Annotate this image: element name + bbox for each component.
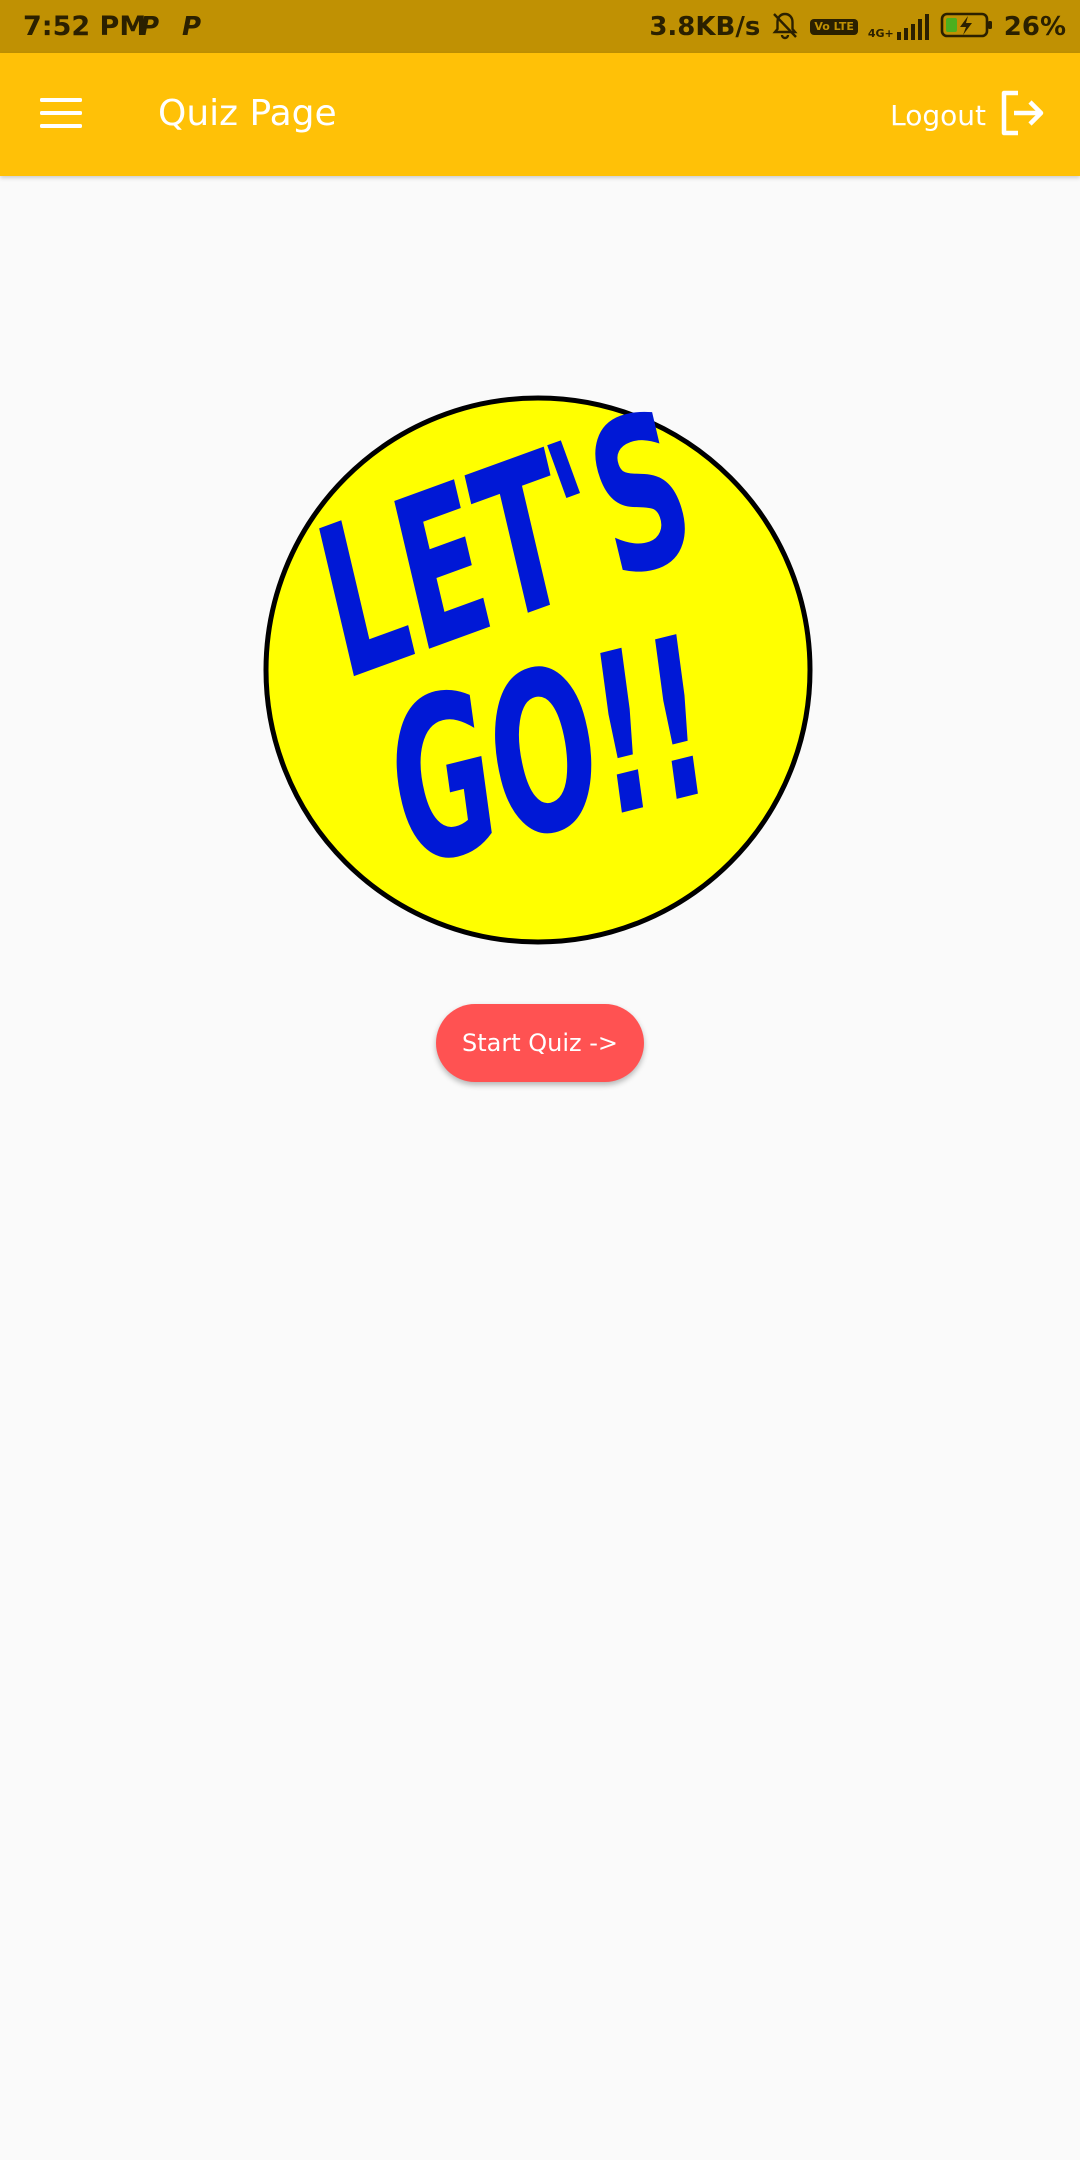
status-time: 7:52 PM xyxy=(23,11,147,42)
notification-p-icon: P xyxy=(182,12,202,42)
menu-button[interactable] xyxy=(30,84,92,146)
logout-icon xyxy=(998,89,1046,142)
signal-type-label: 4G+ xyxy=(867,27,894,40)
page-title: Quiz Page xyxy=(158,93,337,134)
logout-button[interactable]: Logout xyxy=(890,89,1046,141)
status-indicators: 3.8KB/s Vo LTE 4G+ 26% xyxy=(649,8,1066,46)
hamburger-menu-icon xyxy=(40,97,82,134)
notification-p-icon: P xyxy=(140,12,160,42)
lets-go-badge-image: LET'S GO!! xyxy=(262,367,814,946)
start-quiz-button[interactable]: Start Quiz -> xyxy=(436,1004,644,1082)
logout-label: Logout xyxy=(890,98,986,132)
network-speed: 3.8KB/s xyxy=(649,12,761,42)
battery-percent: 26% xyxy=(1003,12,1066,42)
volte-badge: Vo LTE xyxy=(810,19,858,35)
status-bar: 7:52 PM P P 3.8KB/s Vo LTE 4G+ 26% xyxy=(0,0,1080,53)
app-bar: Quiz Page Logout xyxy=(0,53,1080,176)
battery-charging-icon xyxy=(940,11,994,43)
signal-strength-icon: 4G+ xyxy=(868,14,930,40)
bell-muted-icon xyxy=(770,10,800,44)
